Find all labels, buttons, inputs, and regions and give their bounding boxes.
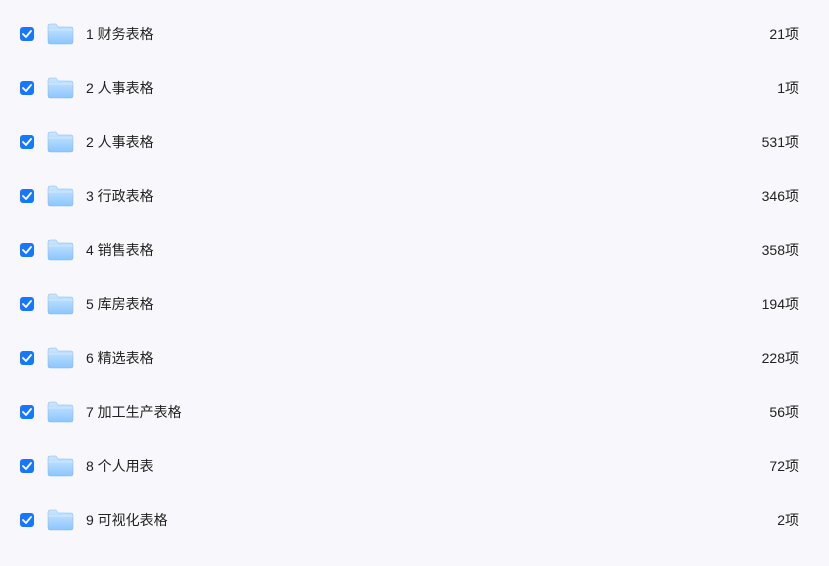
- folder-icon: [46, 76, 74, 100]
- folder-label[interactable]: 8 个人用表: [86, 456, 769, 476]
- item-count: 358项: [762, 240, 799, 260]
- item-count: 56项: [769, 402, 799, 422]
- folder-label[interactable]: 2 人事表格: [86, 78, 777, 98]
- folder-label[interactable]: 2 人事表格: [86, 132, 762, 152]
- item-count: 21项: [769, 24, 799, 44]
- checkbox[interactable]: [20, 81, 34, 95]
- folder-icon: [46, 292, 74, 316]
- folder-label[interactable]: 4 销售表格: [86, 240, 762, 260]
- checkbox[interactable]: [20, 351, 34, 365]
- item-count: 531项: [762, 132, 799, 152]
- checkbox[interactable]: [20, 27, 34, 41]
- item-count: 72项: [769, 456, 799, 476]
- folder-icon: [46, 346, 74, 370]
- list-item[interactable]: 7 加工生产表格 56项: [20, 396, 809, 428]
- folder-label[interactable]: 7 加工生产表格: [86, 402, 769, 422]
- folder-icon: [46, 508, 74, 532]
- list-item[interactable]: 8 个人用表 72项: [20, 450, 809, 482]
- item-count: 346项: [762, 186, 799, 206]
- folder-list: 1 财务表格 21项 2 人事表格 1项 2 人事表格 531项 3 行政表格 …: [0, 0, 829, 536]
- folder-icon: [46, 400, 74, 424]
- folder-label[interactable]: 6 精选表格: [86, 348, 762, 368]
- checkbox[interactable]: [20, 513, 34, 527]
- list-item[interactable]: 3 行政表格 346项: [20, 180, 809, 212]
- checkbox[interactable]: [20, 243, 34, 257]
- list-item[interactable]: 9 可视化表格 2项: [20, 504, 809, 536]
- checkbox[interactable]: [20, 297, 34, 311]
- folder-icon: [46, 22, 74, 46]
- checkbox[interactable]: [20, 459, 34, 473]
- item-count: 228项: [762, 348, 799, 368]
- item-count: 2项: [777, 510, 799, 530]
- folder-label[interactable]: 1 财务表格: [86, 24, 769, 44]
- list-item[interactable]: 2 人事表格 1项: [20, 72, 809, 104]
- folder-label[interactable]: 5 库房表格: [86, 294, 762, 314]
- folder-icon: [46, 184, 74, 208]
- list-item[interactable]: 1 财务表格 21项: [20, 18, 809, 50]
- list-item[interactable]: 4 销售表格 358项: [20, 234, 809, 266]
- folder-icon: [46, 238, 74, 262]
- item-count: 1项: [777, 78, 799, 98]
- list-item[interactable]: 5 库房表格 194项: [20, 288, 809, 320]
- item-count: 194项: [762, 294, 799, 314]
- folder-label[interactable]: 9 可视化表格: [86, 510, 777, 530]
- list-item[interactable]: 6 精选表格 228项: [20, 342, 809, 374]
- checkbox[interactable]: [20, 135, 34, 149]
- folder-icon: [46, 454, 74, 478]
- folder-label[interactable]: 3 行政表格: [86, 186, 762, 206]
- list-item[interactable]: 2 人事表格 531项: [20, 126, 809, 158]
- checkbox[interactable]: [20, 189, 34, 203]
- folder-icon: [46, 130, 74, 154]
- checkbox[interactable]: [20, 405, 34, 419]
